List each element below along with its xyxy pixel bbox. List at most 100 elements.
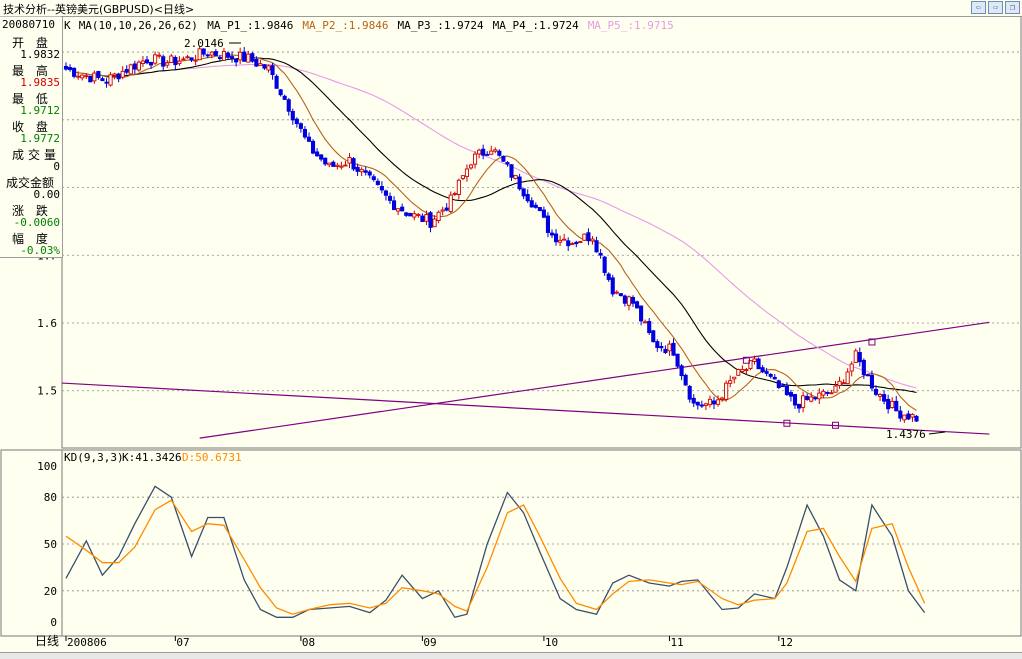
candle-body [659,345,664,349]
candle-body [238,51,243,61]
candle-body [711,400,717,405]
back-icon[interactable]: ⇦ [971,1,986,14]
candle-body [96,70,101,78]
info-value: -0.03% [20,244,60,257]
candle-body [258,63,263,66]
candle-body [221,50,227,61]
candle-body [335,164,340,167]
window-title: 技术分析--英镑美元(GBPUSD)<日线> [3,3,195,16]
candle-body [635,301,640,309]
candle-body [554,233,559,243]
candle-body [902,414,907,421]
candle-body [464,168,470,177]
candle-body [857,352,862,363]
ma-legend-item: MA_P4_:1.9724 [493,19,579,32]
candle-body [416,213,421,216]
candle-body [882,394,887,402]
info-value: 0.00 [33,188,61,201]
info-value: 1.9712 [20,104,60,117]
info-value: 0 [53,160,60,173]
candle-body [161,56,166,67]
candle-body [120,70,125,78]
candle-body [513,174,518,180]
candle-body [436,211,441,221]
low-price-annotation: 1.4376 [886,428,926,441]
kd-tick-label: 100 [37,460,57,473]
candle-body [894,400,899,412]
candle-body [181,58,186,61]
candle-body [165,62,170,66]
candle-body [521,188,526,197]
candle-body [667,343,672,352]
candle-body [873,389,879,395]
candle-body [481,148,486,156]
candle-body [294,118,299,125]
candle-body [359,168,364,173]
candle-body [801,395,806,408]
candle-body [400,206,405,212]
candle-body [396,208,401,212]
candle-body [193,59,198,62]
candle-body [582,233,587,241]
candle-body [468,164,474,169]
candle-body [586,232,591,242]
candle-body [331,161,336,167]
candle-body [845,371,850,385]
x-tick-label: 12 [780,636,793,649]
info-value: 1.9835 [20,76,60,89]
candle-body [525,194,530,202]
candle-body [716,399,721,405]
candle-body [570,243,575,245]
candle-body [225,52,231,58]
candle-body [452,193,457,195]
candle-body [849,363,854,372]
candle-body [529,200,534,208]
candle-body [424,214,429,222]
price-tick-label: 1.6 [37,317,57,330]
candle-body [541,209,546,218]
candle-body [764,371,769,374]
candle-body [355,166,360,172]
candle-body [242,51,247,62]
candle-body [732,376,737,380]
candle-body [460,175,465,179]
candle-body [177,60,182,65]
candle-body [444,207,449,211]
candle-body [695,401,700,406]
chart-canvas[interactable]: 1.51.61.702050801002.01461.4376KMA(10,10… [0,16,1022,652]
candle-body [112,73,117,76]
candle-body [302,128,308,138]
x-tick-label: 10 [545,636,558,649]
candle-body [784,385,789,395]
price-tick-label: 1.5 [37,385,57,398]
candle-body [821,390,826,396]
restore-icon[interactable]: ❐ [1005,1,1020,14]
x-tick-label: 09 [423,636,436,649]
candle-body [720,397,725,400]
candle-body [254,58,259,67]
candle-body [825,391,830,394]
candle-body [404,212,409,216]
ma-legend-item: MA_P5_:1.9715 [588,19,674,32]
candle-body [250,53,255,62]
candle-body [537,207,542,212]
candle-body [813,397,818,400]
candle-body [493,149,498,152]
candle-body [772,376,777,380]
ma-legend-item: MA_P3_:1.9724 [398,19,484,32]
candle-body [703,403,708,406]
candle-body [339,165,344,168]
candle-body [598,252,603,256]
candle-body [776,380,781,388]
ma-legend-item: MA(10,10,26,26,62) [79,19,198,32]
candle-body [76,75,81,78]
candle-body [707,398,712,406]
candle-body [643,321,648,324]
forward-icon[interactable]: ⇨ [988,1,1003,14]
candle-body [428,212,433,228]
ma-p5-line [98,63,917,389]
candle-body [574,241,579,245]
info-value: 1.9772 [20,132,60,145]
candle-body [124,69,129,73]
candle-body [833,385,838,393]
